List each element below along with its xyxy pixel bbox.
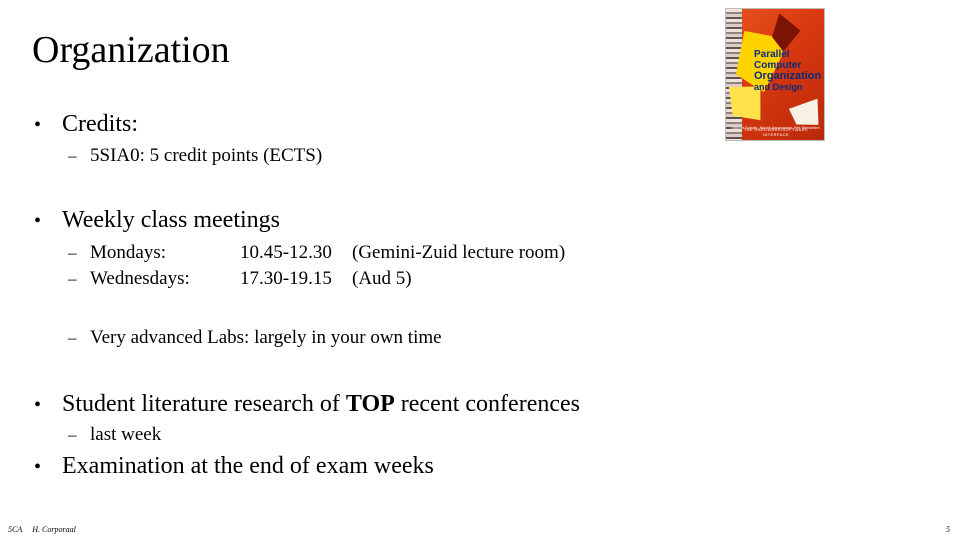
book-cover-title-block: Parallel Computer Organization and Desig…	[754, 49, 824, 93]
bullet-marker-icon: •	[34, 210, 42, 232]
dash-marker-icon: –	[68, 328, 77, 347]
dash-marker-icon: –	[68, 146, 77, 165]
book-cover-title-line-3: Organization	[754, 70, 822, 82]
bullet-research-sub: – last week	[68, 423, 161, 446]
bullet-credits-label: Credits:	[62, 111, 138, 137]
bullet-examination-text: Examination at the end of exam weeks	[62, 453, 434, 479]
dash-marker-icon: –	[68, 243, 77, 262]
bullet-labs: – Very advanced Labs: largely in your own…	[68, 326, 442, 349]
bullet-credits: • Credits:	[34, 110, 138, 139]
book-cover-edition: THE HARDWARE/SOFTWARE INTERFACE	[743, 127, 809, 137]
bullet-examination: • Examination at the end of exam weeks	[34, 452, 434, 481]
meeting-row-wednesday: – Wednesdays: 17.30-19.15 (Aud 5)	[68, 267, 412, 290]
bullet-marker-icon: •	[34, 114, 42, 136]
footer-page-number: 5	[946, 525, 950, 534]
bullet-research-emphasis: TOP	[345, 391, 395, 417]
meeting-place-wednesday: (Aud 5)	[352, 268, 412, 289]
meeting-time-wednesday: 17.30-19.15	[240, 268, 332, 289]
dash-marker-icon: –	[68, 269, 77, 288]
dash-marker-icon: –	[68, 425, 77, 444]
bullet-research-prefix: Student literature research of	[62, 391, 346, 417]
book-cover-image: Parallel Computer Organization and Desig…	[725, 8, 825, 141]
footer-author: H. Corporaal	[32, 525, 76, 534]
footer-course-code: 5CA	[8, 525, 23, 534]
book-cover-title-line-4: and Design	[754, 82, 803, 92]
bullet-weekly-meetings: • Weekly class meetings	[34, 206, 280, 235]
footer-left: 5CA H. Corporaal	[8, 525, 76, 534]
bullet-credits-detail-text: 5SIA0: 5 credit points (ECTS)	[90, 145, 323, 166]
bullet-literature-research: • Student literature research of TOP rece…	[34, 390, 580, 419]
meeting-day-monday: Mondays:	[90, 242, 166, 263]
bullet-research-sub-text: last week	[90, 424, 162, 445]
bullet-marker-icon: •	[34, 394, 42, 416]
meeting-row-monday: – Mondays: 10.45-12.30 (Gemini-Zuid lecture…	[68, 241, 565, 264]
bullet-labs-text: Very advanced Labs: largely in your own …	[90, 327, 442, 348]
book-cover-title-line-1: Parallel	[754, 49, 790, 60]
meeting-place-monday: (Gemini-Zuid lecture room)	[352, 242, 566, 263]
bullet-credits-detail: –5SIA0: 5 credit points (ECTS)	[68, 144, 322, 167]
page-title: Organization	[32, 29, 230, 71]
bullet-research-suffix: recent conferences	[394, 391, 580, 417]
meeting-day-wednesday: Wednesdays:	[90, 268, 190, 289]
meeting-time-monday: 10.45-12.30	[240, 242, 332, 263]
bullet-marker-icon: •	[34, 456, 42, 478]
slide: Organization Parallel Computer Organizat…	[0, 0, 960, 540]
bullet-weekly-meetings-label: Weekly class meetings	[62, 207, 281, 233]
